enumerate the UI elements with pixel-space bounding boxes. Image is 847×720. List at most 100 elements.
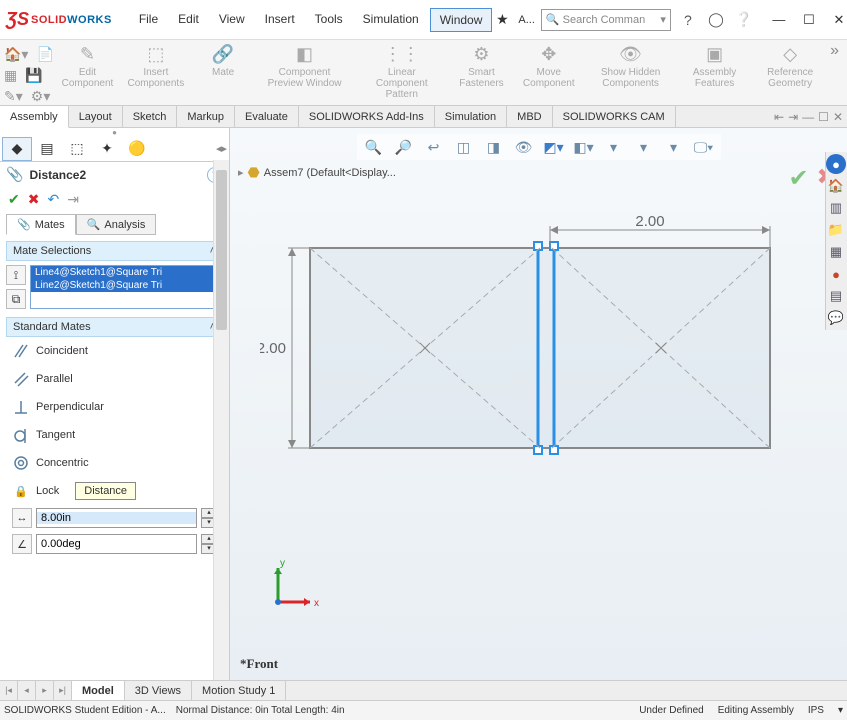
standard-mates-header[interactable]: Standard Mates ˄	[6, 317, 223, 337]
menu-edit[interactable]: Edit	[169, 8, 208, 32]
design-library-icon[interactable]: 🏠	[826, 176, 846, 196]
view-palette-icon[interactable]: 📁	[826, 220, 846, 240]
status-units[interactable]: IPS	[808, 705, 824, 716]
menu-tools[interactable]: Tools	[306, 8, 352, 32]
tab-right-icon[interactable]: ▸	[221, 142, 227, 155]
ribbon-mate[interactable]: 🔗Mate	[193, 42, 253, 80]
chat-icon[interactable]: 💬	[826, 308, 846, 328]
vp-prev-icon[interactable]: ⇤	[774, 110, 784, 124]
ribbon-component-preview[interactable]: ◧Component Preview Window	[255, 42, 354, 91]
tab-cam[interactable]: SOLIDWORKS CAM	[553, 106, 676, 127]
search-commands[interactable]: 🔍 Search Comman ▾	[541, 9, 671, 31]
settings-icon[interactable]: 🖵▾	[693, 136, 715, 158]
mate-concentric[interactable]: Concentric	[8, 449, 221, 477]
star-icon[interactable]: ★	[492, 10, 512, 30]
appearance-icon[interactable]: ▾	[603, 136, 625, 158]
tool-icon[interactable]: ✎▾	[4, 88, 23, 105]
display-style-icon[interactable]: ◨	[483, 136, 505, 158]
appearances-icon[interactable]: ▦	[826, 242, 846, 262]
vp-close-icon[interactable]: ✕	[833, 110, 843, 124]
cancel-button[interactable]: ✖	[28, 191, 40, 208]
orientation-triad[interactable]: x y	[260, 560, 320, 620]
solidworks-resources-icon[interactable]: ●	[826, 154, 846, 174]
search-dropdown-icon[interactable]: ▾	[660, 13, 666, 26]
ribbon-smart-fasteners[interactable]: ⚙Smart Fasteners	[450, 42, 514, 91]
gear-icon[interactable]: ⚙▾	[31, 88, 51, 105]
selection-list[interactable]: Line4@Sketch1@Square Tri Line2@Sketch1@S…	[30, 265, 223, 309]
undo-button[interactable]: ↶	[47, 191, 59, 208]
vp-min-icon[interactable]: —	[802, 110, 814, 124]
close-button[interactable]: ✕	[825, 9, 847, 31]
breadcrumb[interactable]: ▸ ⬣ Assem7 (Default<Display...	[238, 164, 396, 181]
pin-button[interactable]: ⇥	[67, 191, 79, 208]
lock-icon[interactable]: 🔒	[12, 482, 30, 500]
mate-lock-label[interactable]: Lock	[36, 485, 59, 497]
ok-button[interactable]: ✔	[8, 191, 20, 208]
menu-file[interactable]: File	[130, 8, 167, 32]
ribbon-reference-geometry[interactable]: ◇Reference Geometry	[752, 42, 828, 91]
doc-icon[interactable]: 📄	[36, 46, 53, 63]
ribbon-linear-pattern[interactable]: ⋮⋮Linear Component Pattern	[356, 42, 448, 102]
selection-item[interactable]: Line4@Sketch1@Square Tri	[31, 266, 222, 279]
section-icon[interactable]: ◫	[453, 136, 475, 158]
tab-markup[interactable]: Markup	[177, 106, 235, 127]
ribbon-edit-component[interactable]: ✎Edit Component	[56, 42, 118, 91]
maximize-button[interactable]: ☐	[795, 9, 823, 31]
bt-last-icon[interactable]: ▸|	[54, 681, 72, 700]
distance-input[interactable]	[36, 508, 197, 528]
tab-layout[interactable]: Layout	[69, 106, 123, 127]
mate-perpendicular[interactable]: Perpendicular	[8, 393, 221, 421]
angle-icon[interactable]: ∠	[12, 534, 32, 554]
status-arrow-icon[interactable]: ▾	[838, 705, 843, 716]
selection-item[interactable]: Line2@Sketch1@Square Tri	[31, 279, 222, 292]
save-icon[interactable]: 💾	[25, 67, 42, 84]
tab-mbd[interactable]: MBD	[507, 106, 552, 127]
ribbon-show-hidden[interactable]: 👁Show Hidden Components	[584, 42, 677, 91]
vp-next-icon[interactable]: ⇥	[788, 110, 798, 124]
ribbon-overflow[interactable]: »	[830, 42, 843, 60]
tab-evaluate[interactable]: Evaluate	[235, 106, 299, 127]
hide-show-icon[interactable]: 👁	[513, 136, 535, 158]
view-cube-icon[interactable]: ◩▾	[543, 136, 565, 158]
user-icon[interactable]: ◯	[705, 9, 727, 31]
home-icon[interactable]: 🏠▾	[4, 46, 28, 63]
scene-icon[interactable]: ◧▾	[573, 136, 595, 158]
ribbon-insert-components[interactable]: ⬚Insert Components	[121, 42, 192, 91]
menu-view[interactable]: View	[210, 8, 254, 32]
distance-icon[interactable]: ↔	[12, 508, 32, 528]
property-manager-tab[interactable]: ▤	[32, 137, 62, 161]
bottom-tab-motion[interactable]: Motion Study 1	[192, 681, 286, 700]
analysis-tab[interactable]: 🔍Analysis	[76, 214, 157, 235]
forum-icon[interactable]: ▤	[826, 286, 846, 306]
help2-icon[interactable]: ❔	[733, 9, 755, 31]
mate-tangent[interactable]: Tangent	[8, 421, 221, 449]
ribbon-move-component[interactable]: ✥Move Component	[515, 42, 582, 91]
tab-addins[interactable]: SOLIDWORKS Add-Ins	[299, 106, 435, 127]
selection-filter1-icon[interactable]: ⟟	[6, 265, 26, 285]
menu-simulation[interactable]: Simulation	[354, 8, 428, 32]
file-explorer-icon[interactable]: ▥	[826, 198, 846, 218]
tab-sketch[interactable]: Sketch	[123, 106, 178, 127]
prev-view-icon[interactable]: ↩	[423, 136, 445, 158]
custom-props-icon[interactable]: ●	[826, 264, 846, 284]
ribbon-assembly-features[interactable]: ▣Assembly Features	[679, 42, 750, 91]
display-manager-tab[interactable]: 🟡	[122, 137, 152, 161]
tab-assembly[interactable]: Assembly	[0, 106, 69, 128]
bottom-tab-model[interactable]: Model	[72, 681, 125, 700]
render-icon[interactable]: ▾	[633, 136, 655, 158]
zoom-fit-icon[interactable]: 🔍	[363, 136, 385, 158]
bt-prev-icon[interactable]: ◂	[18, 681, 36, 700]
menu-insert[interactable]: Insert	[256, 8, 304, 32]
feature-manager-tab[interactable]: ◆	[2, 137, 32, 161]
vp-max-icon[interactable]: ☐	[818, 110, 829, 124]
zoom-area-icon[interactable]: 🔎	[393, 136, 415, 158]
bt-first-icon[interactable]: |◂	[0, 681, 18, 700]
tab-simulation[interactable]: Simulation	[435, 106, 507, 127]
angle-input[interactable]	[36, 534, 197, 554]
help-icon[interactable]: ?	[677, 9, 699, 31]
mate-coincident[interactable]: Coincident	[8, 337, 221, 365]
mate-selections-header[interactable]: Mate Selections ˄	[6, 241, 223, 261]
config-manager-tab[interactable]: ⬚	[62, 137, 92, 161]
selection-filter2-icon[interactable]: ⧉	[6, 289, 26, 309]
dimxpert-tab[interactable]: ✦	[92, 137, 122, 161]
